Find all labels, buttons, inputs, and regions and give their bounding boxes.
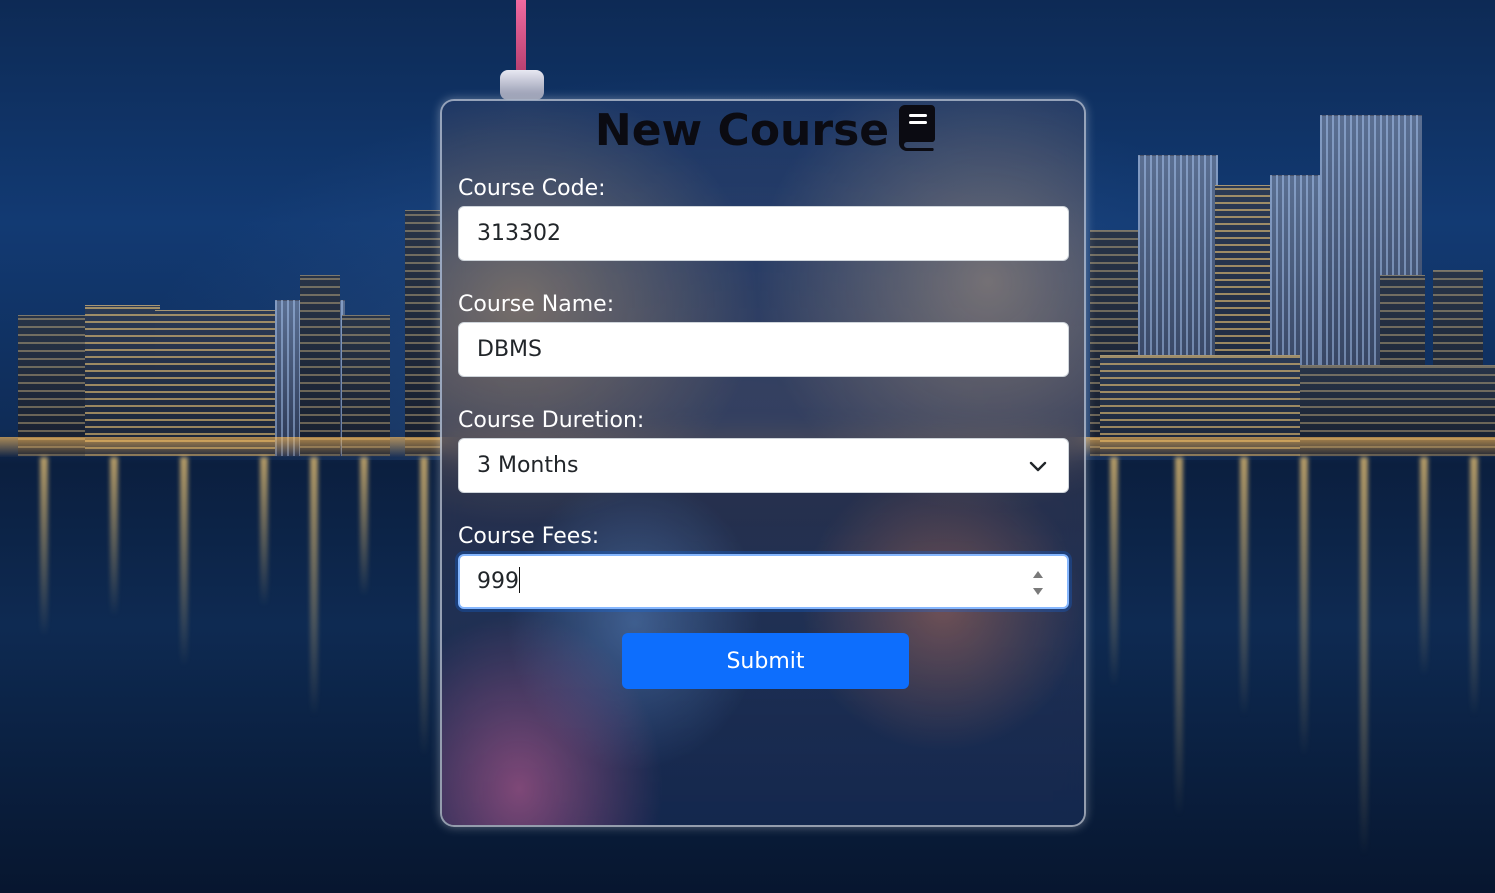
water-reflection <box>260 457 268 607</box>
course-fees-value: 999 <box>477 569 519 594</box>
number-spinner-icon[interactable] <box>1031 567 1045 599</box>
cn-tower-pod <box>500 70 544 100</box>
water-reflection <box>1300 457 1308 757</box>
book-icon <box>899 105 936 151</box>
water-reflection <box>110 457 118 617</box>
water-reflection <box>1360 457 1368 857</box>
course-code-input[interactable]: 313302 <box>458 206 1069 261</box>
water-reflection <box>40 457 48 637</box>
building <box>300 275 340 456</box>
water-reflection <box>420 457 428 757</box>
course-fees-input[interactable]: 999 <box>458 554 1069 609</box>
course-duration-label: Course Duretion: <box>458 408 645 433</box>
new-course-form-card: New Course Course Code: 313302 Course Na… <box>440 99 1086 827</box>
course-name-value: DBMS <box>477 337 542 362</box>
course-duration-select[interactable]: 3 Months <box>458 438 1069 493</box>
course-duration-selected-value: 3 Months <box>477 453 579 478</box>
water-reflection <box>310 457 318 717</box>
water-reflection <box>1240 457 1248 717</box>
water-reflection <box>360 457 368 597</box>
course-code-value: 313302 <box>477 221 561 246</box>
water-reflection <box>1175 457 1183 817</box>
building <box>18 315 88 456</box>
course-fees-label: Course Fees: <box>458 524 600 549</box>
water-reflection <box>1420 457 1428 677</box>
water-reflection <box>1110 457 1118 687</box>
title-text: New Course <box>594 105 890 156</box>
course-name-input[interactable]: DBMS <box>458 322 1069 377</box>
building <box>85 305 160 456</box>
water-reflection <box>180 457 188 667</box>
course-name-label: Course Name: <box>458 292 615 317</box>
building <box>155 310 275 456</box>
submit-button[interactable]: Submit <box>622 633 909 689</box>
page-title: New Course <box>442 103 1084 159</box>
chevron-down-icon <box>1029 461 1047 472</box>
course-code-label: Course Code: <box>458 176 606 201</box>
building <box>405 210 440 456</box>
text-cursor <box>519 567 520 593</box>
water-reflection <box>1470 457 1478 717</box>
building <box>342 315 390 456</box>
